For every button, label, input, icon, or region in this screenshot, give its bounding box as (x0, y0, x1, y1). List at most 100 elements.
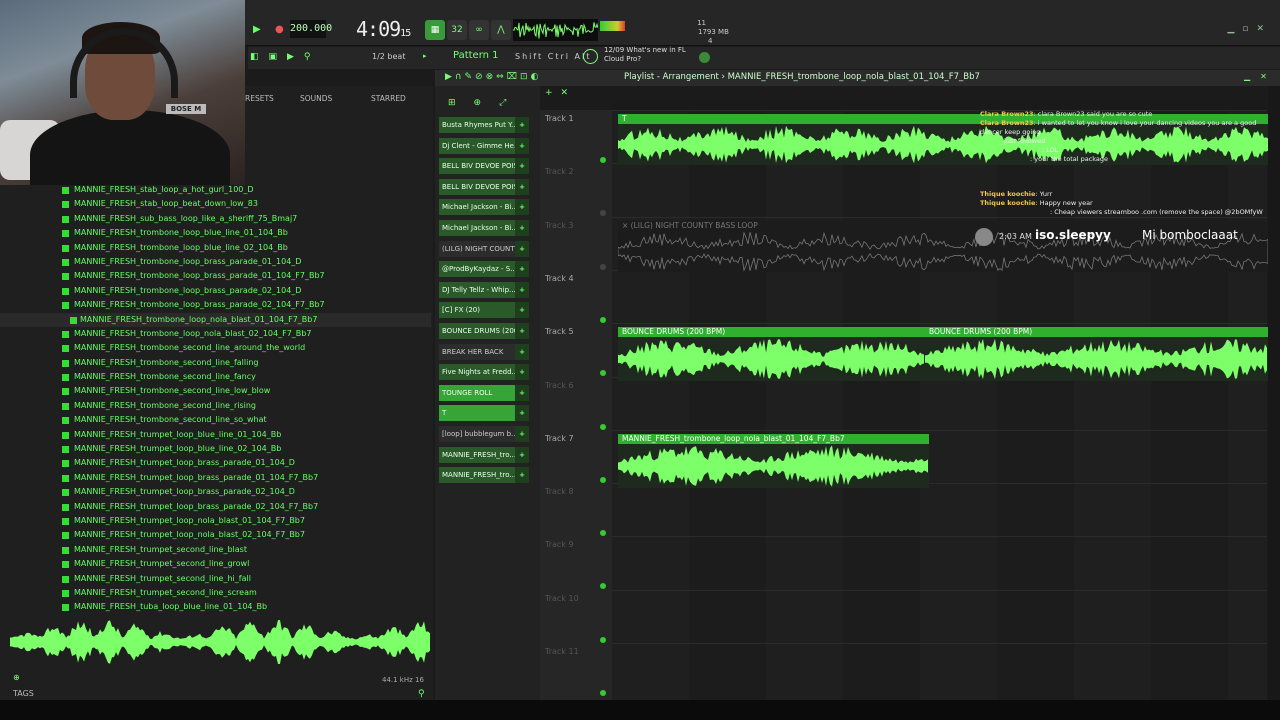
track-label[interactable]: Track 8 (545, 487, 574, 496)
browser-file-item[interactable]: MANNIE_FRESH_trumpet_loop_brass_parade_0… (56, 500, 431, 514)
channel-add-icon[interactable]: + (515, 281, 529, 298)
loop-record-button[interactable]: ∞ (469, 20, 489, 40)
track-label[interactable]: Track 2 (545, 167, 574, 176)
browser-file-item[interactable]: MANNIE_FRESH_trumpet_second_line_growl (56, 557, 431, 571)
channel-button[interactable]: BOUNCE DRUMS (200... + (439, 323, 529, 339)
news-icon[interactable] (583, 49, 598, 64)
channel-add-icon[interactable]: + (515, 240, 529, 257)
tags-label[interactable]: TAGS (13, 689, 34, 698)
browser-file-item[interactable]: MANNIE_FRESH_trumpet_second_line_hi_fall (56, 572, 431, 586)
track-label[interactable]: Track 7 (545, 434, 574, 443)
channel-button[interactable]: MANNIE_FRESH_tro... + (439, 446, 529, 463)
tab-starred[interactable]: STARRED (371, 94, 406, 103)
channel-button[interactable]: BELL BIV DEVOE POIS... + (439, 158, 529, 175)
track-label[interactable]: Track 9 (545, 540, 574, 549)
browser-file-item[interactable]: MANNIE_FRESH_trombone_loop_nola_blast_01… (0, 312, 431, 327)
channel-add-icon[interactable]: + (515, 117, 529, 133)
browser-file-item[interactable]: MANNIE_FRESH_trombone_second_line_fallin… (56, 356, 431, 370)
pattern-prev-icon[interactable]: ▸ (423, 52, 427, 60)
channel-button[interactable]: [C] FX (20) + (439, 302, 529, 319)
browser-file-item[interactable]: MANNIE_FRESH_trombone_loop_brass_parade_… (56, 255, 431, 269)
track-label[interactable]: Track 3 (545, 221, 574, 230)
pattern-mode-button[interactable]: ▦ (425, 20, 445, 40)
channel-add-icon[interactable]: + (515, 405, 529, 422)
clip-track5-a[interactable]: BOUNCE DRUMS (200 BPM) (618, 327, 925, 381)
browser-file-item[interactable]: MANNIE_FRESH_trumpet_loop_brass_parade_0… (56, 471, 431, 485)
track-label[interactable]: Track 4 (545, 274, 574, 283)
track-mute-led[interactable] (600, 690, 606, 696)
track-mute-led[interactable] (600, 423, 606, 430)
channel-button[interactable]: BELL BIV DEVOE POIS... + (439, 178, 529, 195)
browser-file-item[interactable]: MANNIE_FRESH_trombone_second_line_around… (56, 341, 431, 355)
channel-add-icon[interactable]: + (515, 467, 529, 484)
browser-file-item[interactable]: MANNIE_FRESH_trumpet_loop_brass_parade_0… (56, 456, 431, 470)
playlist-snap-tools[interactable]: +✕ (545, 88, 576, 98)
tempo-display[interactable]: 200.000 (290, 20, 332, 38)
clip-track5-b[interactable]: BOUNCE DRUMS (200 BPM) (925, 327, 1268, 381)
browser-file-item[interactable]: MANNIE_FRESH_trombone_loop_brass_parade_… (56, 298, 431, 312)
browser-file-item[interactable]: MANNIE_FRESH_trumpet_loop_nola_blast_01_… (56, 514, 431, 528)
browser-file-item[interactable]: MANNIE_FRESH_trumpet_loop_blue_line_02_1… (56, 442, 431, 456)
channel-button[interactable]: Dj Clent - Gimme He... + (439, 137, 529, 154)
browser-file-item[interactable]: MANNIE_FRESH_stab_loop_beat_down_low_83 (56, 197, 431, 211)
tag-icon[interactable]: ⊕ (13, 673, 20, 682)
browser-file-item[interactable]: MANNIE_FRESH_trombone_loop_blue_line_01_… (56, 226, 431, 240)
channel-add-icon[interactable]: + (515, 343, 529, 360)
channel-button[interactable]: DJ Telly Tellz - Whip... + (439, 281, 529, 298)
record-button[interactable]: ● (275, 24, 284, 35)
track-label[interactable]: Track 1 (545, 114, 574, 123)
browser-file-item[interactable]: MANNIE_FRESH_trumpet_second_line_scream (56, 586, 431, 600)
track-mute-led[interactable] (600, 157, 606, 163)
track-mute-led[interactable] (600, 476, 606, 483)
snap-selector[interactable]: 1/2 beat (372, 52, 405, 61)
browser-file-item[interactable]: MANNIE_FRESH_trumpet_loop_nola_blast_02_… (56, 528, 431, 542)
channel-button[interactable]: Five Nights at Fredd... + (439, 364, 529, 381)
channel-button[interactable]: @ProdByKaydaz - S... + (439, 261, 529, 278)
channel-add-icon[interactable]: + (515, 384, 529, 401)
browser-file-item[interactable]: MANNIE_FRESH_tuba_loop_blue_line_01_104_… (56, 600, 431, 614)
channel-add-icon[interactable]: + (515, 302, 529, 319)
track-label[interactable]: Track 6 (545, 381, 574, 390)
browser-file-item[interactable]: MANNIE_FRESH_trombone_second_line_rising (56, 399, 431, 413)
channel-add-icon[interactable]: + (515, 220, 529, 236)
view-buttons[interactable]: ◧▣▶⚲ (250, 52, 321, 62)
channel-button[interactable]: BREAK HER BACK + (439, 343, 529, 360)
channel-add-icon[interactable]: + (515, 261, 529, 278)
browser-file-item[interactable]: MANNIE_FRESH_trombone_loop_nola_blast_02… (56, 327, 431, 341)
channel-button[interactable]: (LILG) NIGHT COUNTY... + (439, 240, 529, 257)
track-mute-led[interactable] (600, 316, 606, 323)
news-panel[interactable]: 12/09 What's new in FL Cloud Pro? (604, 46, 686, 64)
channel-button[interactable]: MANNIE_FRESH_tro... + (439, 467, 529, 484)
track-label[interactable]: Track 10 (545, 594, 579, 603)
browser-file-item[interactable]: MANNIE_FRESH_trombone_second_line_fancy (56, 370, 431, 384)
playlist-tools[interactable]: ▶∩✎⊘⊗⇔⌧⊡◐ (445, 72, 541, 82)
browser-file-item[interactable]: MANNIE_FRESH_trombone_second_line_low_bl… (56, 384, 431, 398)
playlist-window-controls[interactable]: ▁✕ (1244, 72, 1277, 81)
track-label[interactable]: Track 5 (545, 327, 574, 336)
browser-file-item[interactable]: MANNIE_FRESH_trombone_second_line_so_wha… (56, 413, 431, 427)
channel-add-icon[interactable]: + (515, 446, 529, 463)
browser-file-item[interactable]: MANNIE_FRESH_stab_loop_a_hot_gurl_100_D (56, 183, 431, 197)
channel-add-icon[interactable]: + (515, 199, 529, 216)
metronome-button[interactable]: ⋀ (491, 20, 511, 40)
channel-add-icon[interactable]: + (515, 178, 529, 195)
browser-file-item[interactable]: MANNIE_FRESH_trombone_loop_blue_line_02_… (56, 241, 431, 255)
channel-add-icon[interactable]: + (515, 158, 529, 175)
browser-file-item[interactable]: MANNIE_FRESH_sub_bass_loop_like_a_sherif… (56, 212, 431, 226)
tab-sounds[interactable]: SOUNDS (300, 94, 332, 103)
channel-button[interactable]: T + (439, 405, 529, 422)
channel-button[interactable]: Busta Rhymes Put Y... + (439, 117, 529, 133)
track-mute-led[interactable] (600, 263, 606, 270)
globe-icon[interactable] (699, 52, 710, 63)
browser-file-item[interactable]: MANNIE_FRESH_trombone_loop_brass_parade_… (56, 269, 431, 283)
sample-preview-waveform[interactable] (10, 616, 430, 668)
channel-add-icon[interactable]: + (515, 364, 529, 381)
channel-button[interactable]: Michael Jackson - Bi... + (439, 199, 529, 216)
browser-file-item[interactable]: MANNIE_FRESH_trumpet_loop_brass_parade_0… (56, 485, 431, 499)
track-mute-led[interactable] (600, 636, 606, 643)
channel-button[interactable]: Michael Jackson - Bi... + (439, 220, 529, 236)
step-edit-button[interactable]: 32 (447, 20, 467, 40)
channel-button[interactable]: TOUNGE ROLL + (439, 384, 529, 401)
clip-track7[interactable]: MANNIE_FRESH_trombone_loop_nola_blast_01… (618, 434, 929, 488)
browser-file-item[interactable]: MANNIE_FRESH_trumpet_second_line_blast (56, 543, 431, 557)
